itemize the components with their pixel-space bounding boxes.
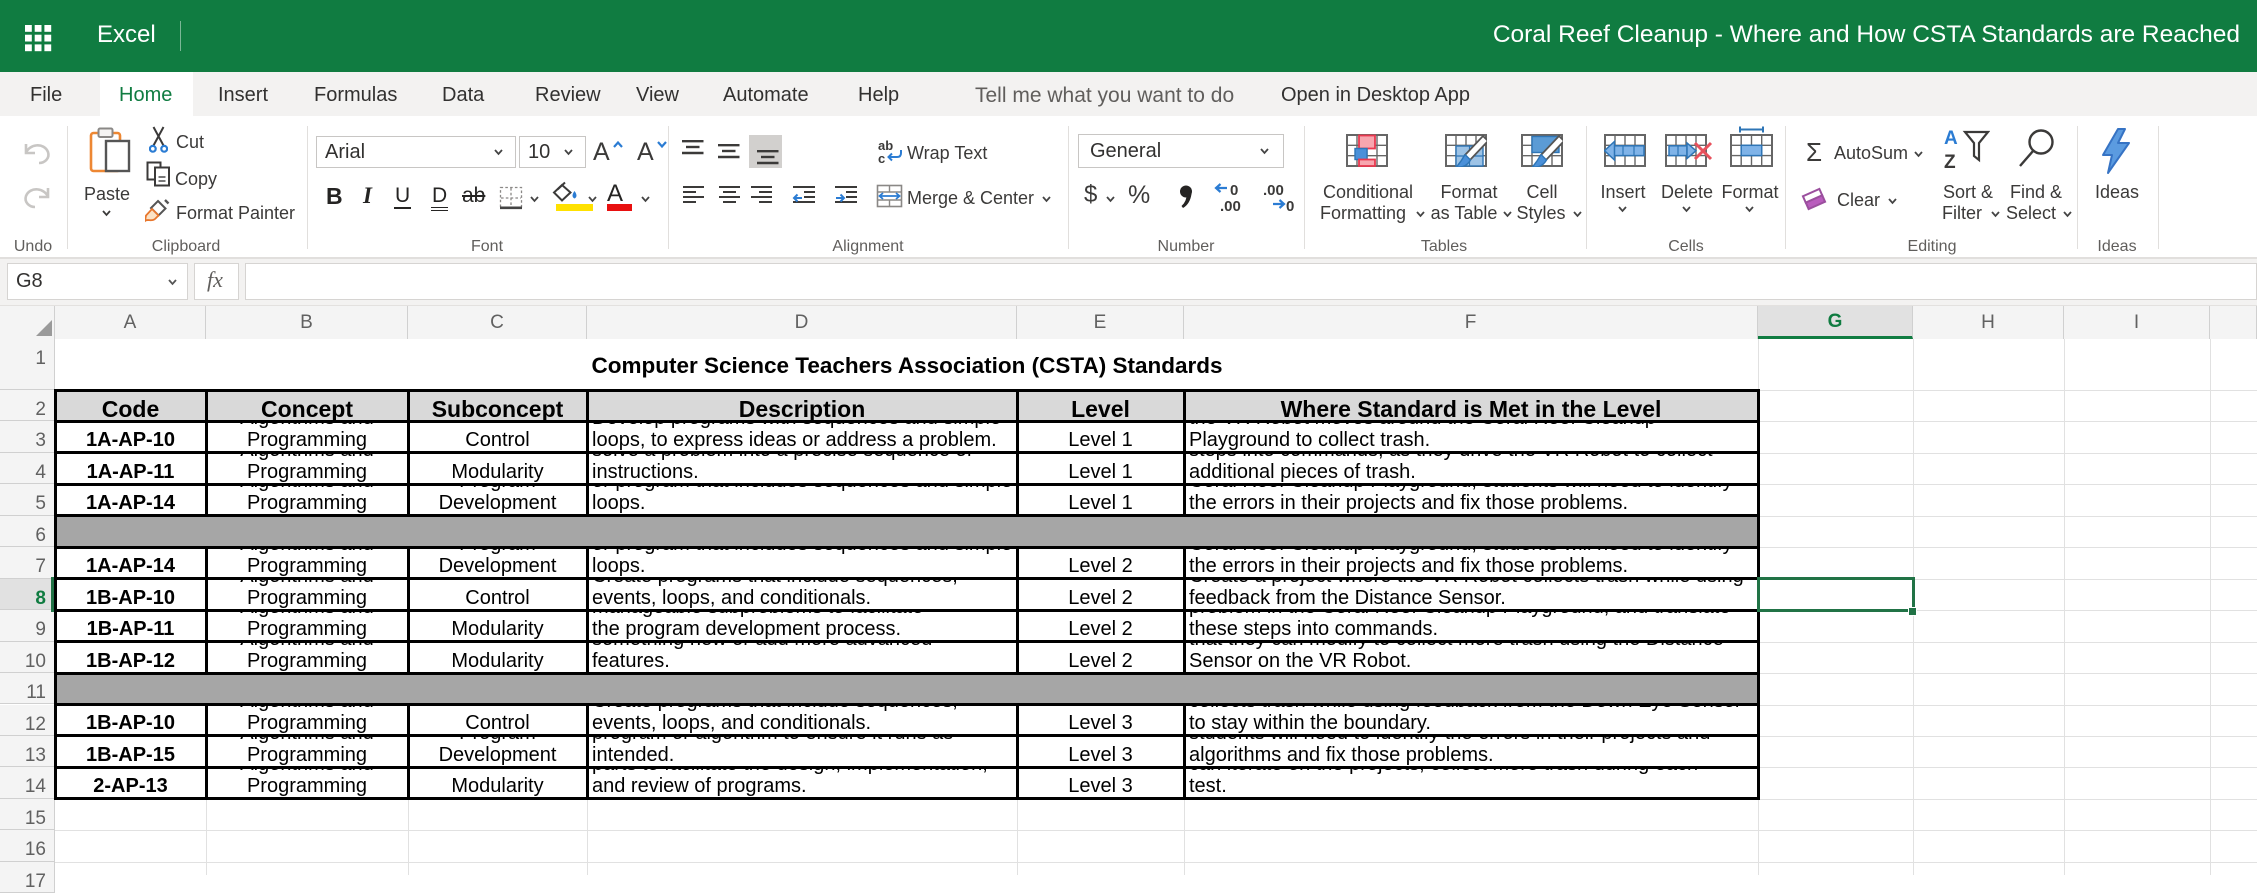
- svg-text:A: A: [1944, 128, 1958, 149]
- svg-text:c: c: [878, 151, 885, 165]
- svg-text:0: 0: [1286, 198, 1294, 212]
- svg-text:.00: .00: [1220, 198, 1241, 212]
- svg-text:Z: Z: [1944, 152, 1956, 173]
- svg-text:.00: .00: [1263, 182, 1284, 199]
- svg-text:0: 0: [1230, 182, 1238, 199]
